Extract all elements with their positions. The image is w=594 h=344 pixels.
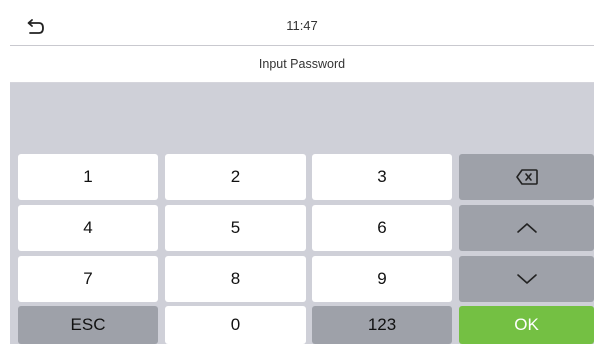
backspace-icon (515, 169, 538, 185)
page-title: Input Password (258, 57, 346, 71)
down-button[interactable] (459, 256, 594, 302)
key-7[interactable]: 7 (18, 256, 158, 302)
numeric-keypad: 1 2 3 4 5 6 7 8 9 ESC 0 123 OK (10, 144, 594, 344)
device-screen: 11:47 Input Password 1 2 3 4 5 6 7 8 9 E… (10, 10, 594, 344)
password-input[interactable] (10, 83, 594, 145)
input-mode-button[interactable]: 123 (312, 306, 452, 344)
key-4[interactable]: 4 (18, 205, 158, 251)
key-3[interactable]: 3 (312, 154, 452, 200)
ok-button[interactable]: OK (459, 306, 594, 344)
up-button[interactable] (459, 205, 594, 251)
key-0[interactable]: 0 (165, 306, 306, 344)
key-6[interactable]: 6 (312, 205, 452, 251)
backspace-button[interactable] (459, 154, 594, 200)
key-9[interactable]: 9 (312, 256, 452, 302)
key-2[interactable]: 2 (165, 154, 306, 200)
key-8[interactable]: 8 (165, 256, 306, 302)
chevron-up-icon (516, 223, 537, 233)
title-bar: Input Password (10, 46, 594, 83)
key-1[interactable]: 1 (18, 154, 158, 200)
key-5[interactable]: 5 (165, 205, 306, 251)
clock: 11:47 (286, 18, 318, 33)
esc-button[interactable]: ESC (18, 306, 158, 344)
chevron-down-icon (516, 274, 537, 284)
status-bar: 11:47 (10, 10, 594, 46)
